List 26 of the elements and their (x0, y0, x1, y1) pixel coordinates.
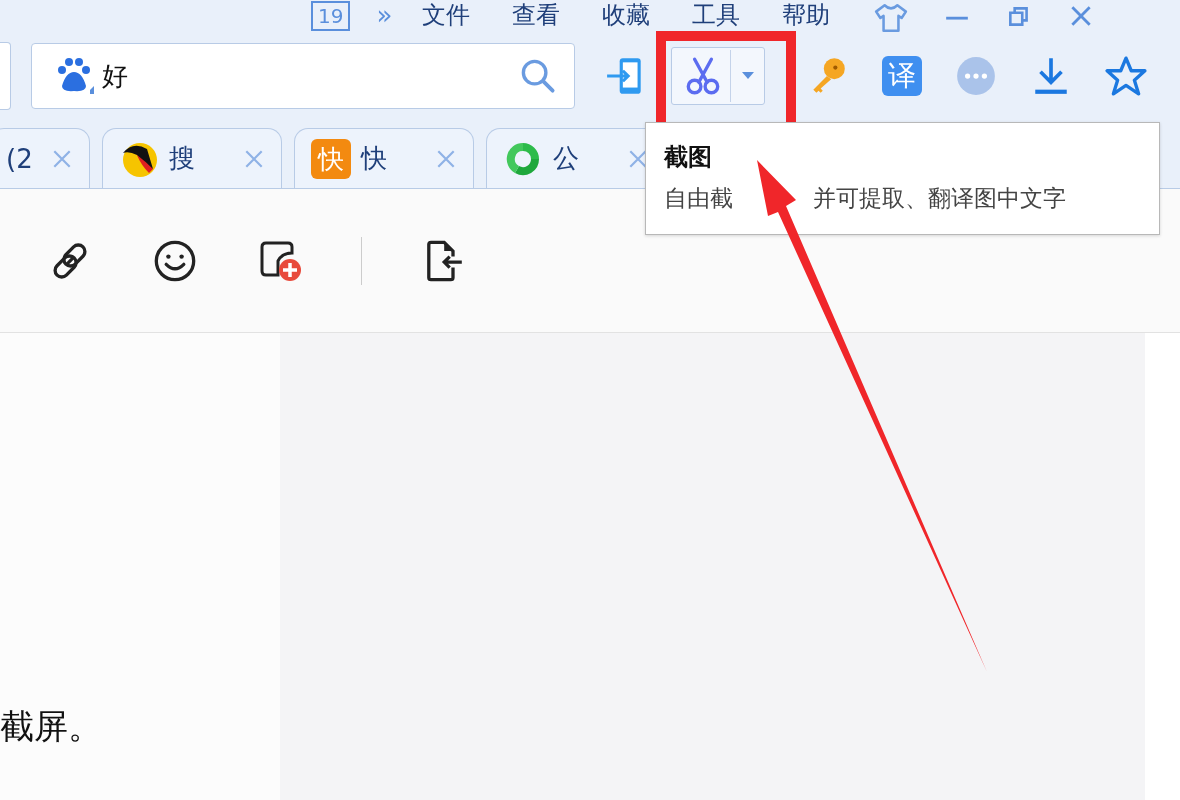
smiley-icon[interactable] (153, 238, 197, 283)
menu-item[interactable]: 查看 (512, 1, 561, 29)
app-logo-icon: 快 (311, 138, 351, 179)
browser-tab[interactable]: 快 快 (294, 128, 474, 188)
tooltip-text: 并可提取、翻译图中文字 (813, 184, 1066, 213)
tooltip-text: 自由截 (664, 184, 733, 213)
tab-title: (2 (6, 143, 34, 174)
tab-title: 快 (361, 142, 388, 175)
screenshot-button[interactable] (671, 47, 765, 105)
browser-tab[interactable]: 搜 (102, 128, 282, 188)
menu-item[interactable]: 收藏 (602, 1, 651, 29)
menu-item[interactable]: 帮助 (782, 1, 831, 29)
tab-title: 搜 (169, 142, 196, 175)
tooltip-title: 截图 (664, 142, 712, 173)
body-text: 截屏。 (0, 705, 102, 748)
browser-tab[interactable]: (2 (0, 128, 90, 188)
menu-item[interactable]: 文件 (422, 1, 471, 29)
caret-icon[interactable] (742, 72, 754, 80)
search-icon[interactable] (520, 58, 556, 94)
shirt-icon[interactable] (874, 3, 909, 33)
menu-item[interactable]: 工具 (692, 1, 741, 29)
tab-title: 公 (553, 142, 580, 175)
more-icon[interactable] (955, 55, 997, 97)
search-input[interactable]: 好 (99, 60, 520, 92)
star-icon[interactable] (1105, 55, 1147, 97)
search-bar[interactable]: 好 (30, 43, 575, 109)
